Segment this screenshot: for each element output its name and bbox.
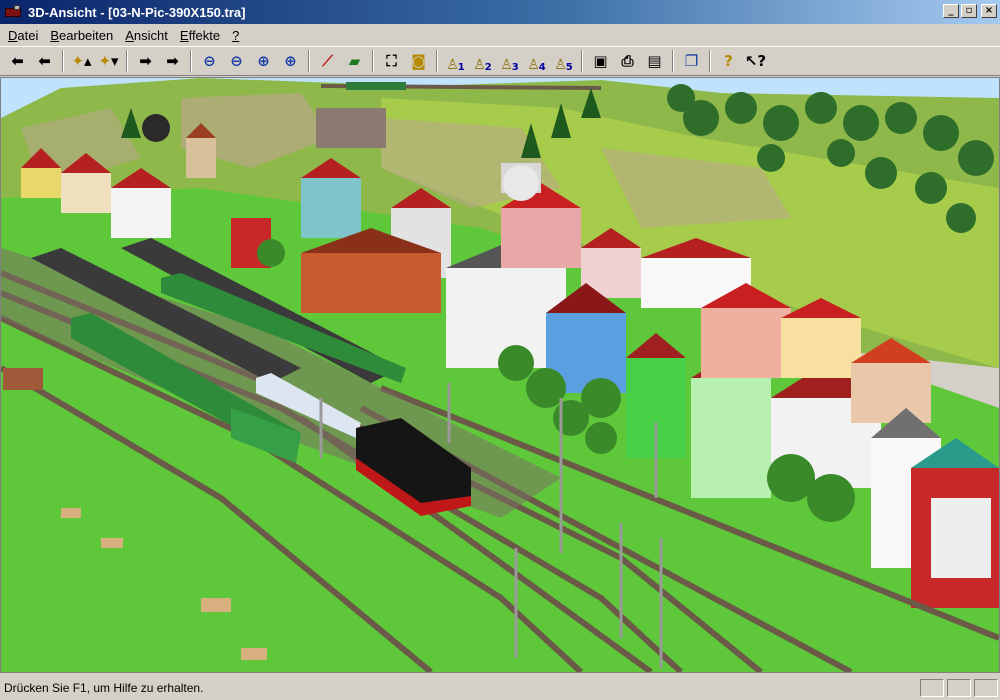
- context-help-icon[interactable]: ↖?: [742, 49, 769, 73]
- arrow-left-bold-icon[interactable]: ⬅: [31, 49, 58, 73]
- title-bar[interactable]: 3D-Ansicht - [03-N-Pic-390X150.tra] _ ▫ …: [0, 0, 1000, 24]
- toolbar-separator: [372, 50, 374, 72]
- minimize-button[interactable]: _: [943, 4, 959, 18]
- zoom-extents-out-icon[interactable]: ⊖: [196, 49, 223, 73]
- 3d-scene[interactable]: [1, 78, 999, 672]
- camera-icon[interactable]: ◙: [405, 49, 432, 73]
- save-icon[interactable]: ▣: [587, 49, 614, 73]
- wagon-icon[interactable]: ▰: [341, 49, 368, 73]
- toolbar: ⬅ ⬅ ✦ ▴ ✦ ▾ ➡ ➡ ⊖ ⊖ ⊕ ⊕ ⟋ ▰ ⛶ ◙ ♙ 1 ♙ 2 ♙ 3 ♙…: [0, 46, 1000, 76]
- menu-bearbeiten[interactable]: Bearbeiten: [44, 28, 119, 43]
- toolbar-separator: [126, 50, 128, 72]
- copy-icon[interactable]: ❐: [678, 49, 705, 73]
- menu-ansicht[interactable]: Ansicht: [119, 28, 174, 43]
- zoom-extents-in-icon[interactable]: ⊕: [277, 49, 304, 73]
- status-panels: [920, 679, 998, 697]
- menu-help[interactable]: ?: [226, 28, 245, 43]
- upper-train: [346, 82, 406, 90]
- status-text: Drücken Sie F1, um Hilfe zu erhalten.: [4, 681, 204, 695]
- status-panel: [974, 679, 998, 697]
- camera-position-3-button[interactable]: ♙ 3: [496, 49, 523, 73]
- camera-position-5-button[interactable]: ♙ 5: [550, 49, 577, 73]
- menu-effekte[interactable]: Effekte: [174, 28, 226, 43]
- toolbar-separator: [672, 50, 674, 72]
- window-title: 3D-Ansicht - [03-N-Pic-390X150.tra]: [28, 4, 246, 20]
- arrow-right-bold-icon[interactable]: ➡: [159, 49, 186, 73]
- menu-datei[interactable]: Datei: [2, 28, 44, 43]
- toolbar-separator: [308, 50, 310, 72]
- hay-shed: [3, 368, 43, 390]
- arrow-right-icon[interactable]: ➡: [132, 49, 159, 73]
- toolbar-separator: [190, 50, 192, 72]
- 3d-viewport[interactable]: [0, 77, 1000, 673]
- fit-view-icon[interactable]: ⛶: [378, 49, 405, 73]
- camera-position-2-button[interactable]: ♙ 2: [469, 49, 496, 73]
- toolbar-separator: [581, 50, 583, 72]
- zoom-out-icon[interactable]: ⊖: [223, 49, 250, 73]
- print-icon[interactable]: ⎙: [614, 49, 641, 73]
- app-window: 3D-Ansicht - [03-N-Pic-390X150.tra] _ ▫ …: [0, 0, 1000, 700]
- tunnel-portal: [142, 114, 170, 142]
- train-icon: [4, 4, 22, 20]
- camera-position-1-button[interactable]: ♙ 1: [442, 49, 469, 73]
- toolbar-separator: [62, 50, 64, 72]
- track-icon[interactable]: ⟋: [314, 49, 341, 73]
- walker-up-icon[interactable]: ✦ ▴: [68, 49, 95, 73]
- camera-position-4-button[interactable]: ♙ 4: [523, 49, 550, 73]
- window-controls: _ ▫ ×: [943, 4, 997, 18]
- toolbar-separator: [436, 50, 438, 72]
- help-icon[interactable]: ?: [715, 49, 742, 73]
- status-panel: [920, 679, 944, 697]
- status-bar: Drücken Sie F1, um Hilfe zu erhalten.: [0, 676, 1000, 700]
- arrow-left-icon[interactable]: ⬅: [4, 49, 31, 73]
- walker-down-icon[interactable]: ✦ ▾: [95, 49, 122, 73]
- close-button[interactable]: ×: [981, 4, 997, 18]
- zoom-in-icon[interactable]: ⊕: [250, 49, 277, 73]
- restore-button[interactable]: ▫: [961, 4, 977, 18]
- toolbar-separator: [709, 50, 711, 72]
- print-preview-icon[interactable]: ▤: [641, 49, 668, 73]
- status-panel: [947, 679, 971, 697]
- menu-bar: Datei Bearbeiten Ansicht Effekte ?: [0, 24, 1000, 46]
